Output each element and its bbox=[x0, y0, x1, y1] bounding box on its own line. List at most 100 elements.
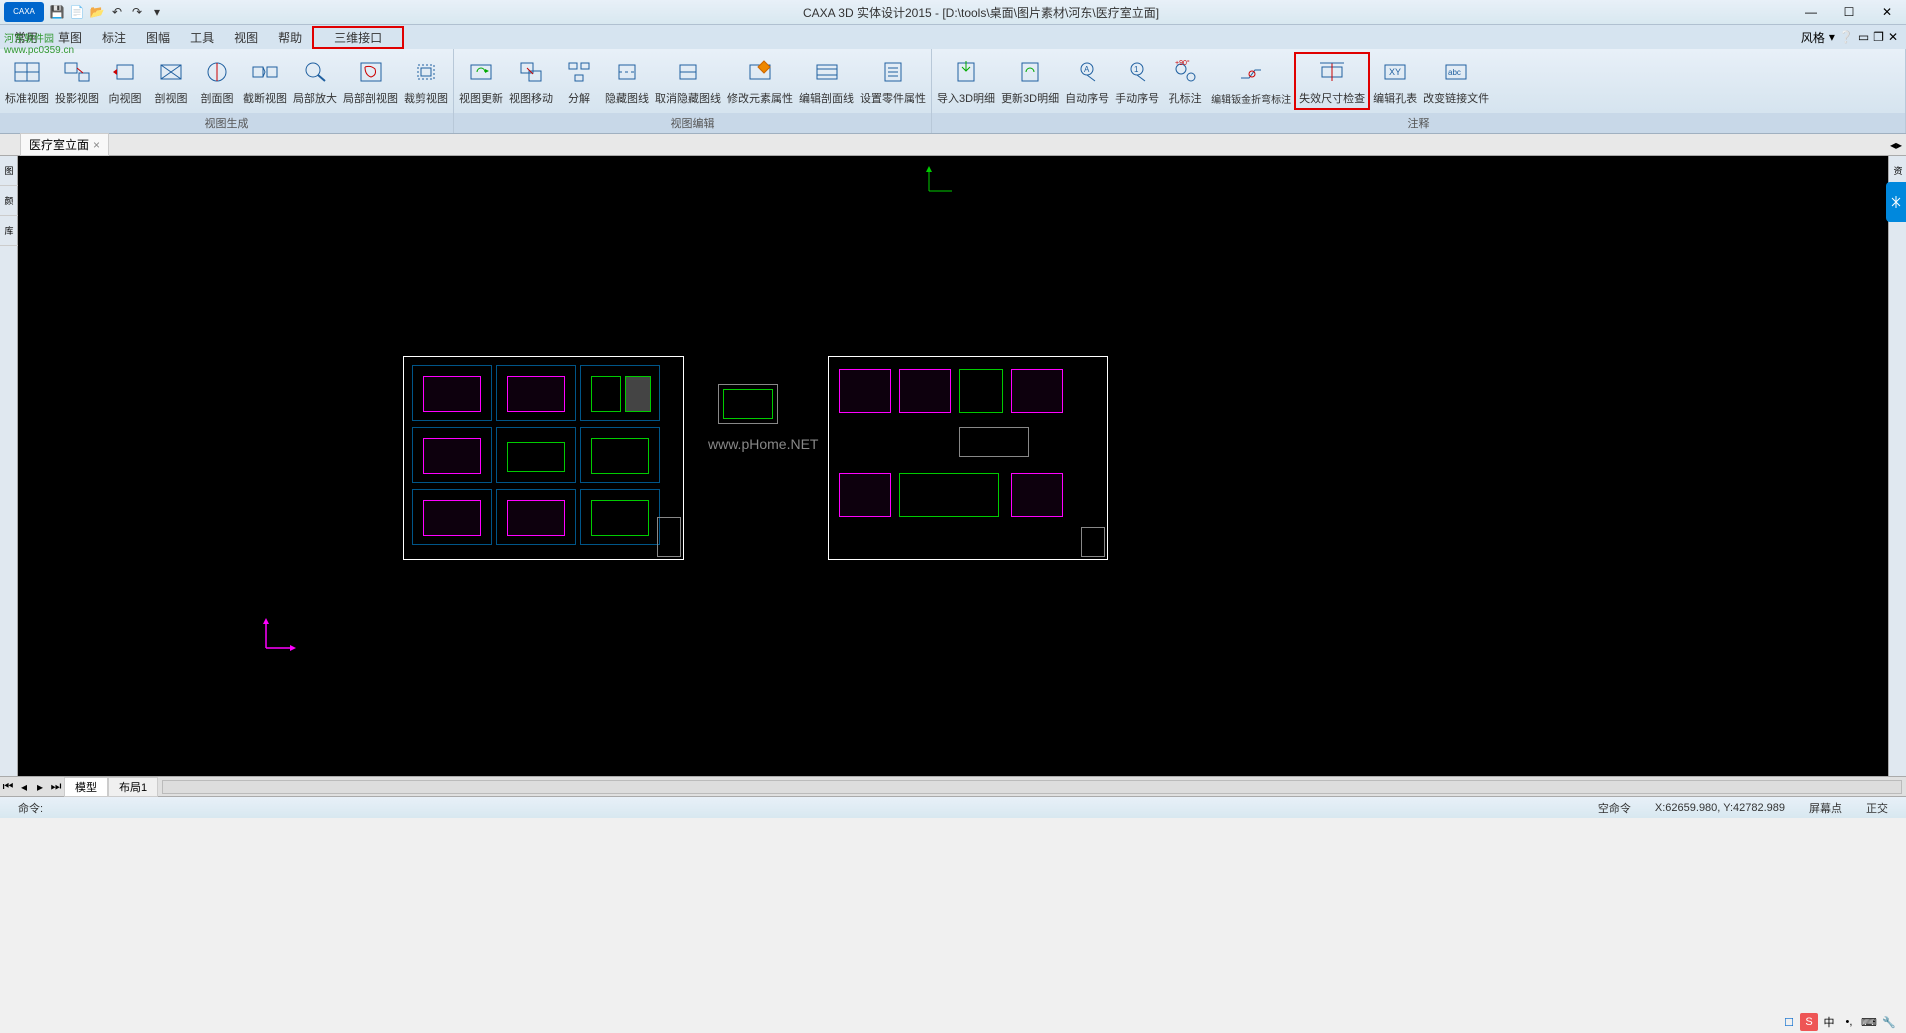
tray-icon-1[interactable]: ☐ bbox=[1780, 1013, 1798, 1031]
drawing-sheet-2 bbox=[828, 356, 1108, 560]
change-link-icon: abc bbox=[1440, 56, 1472, 88]
open-icon[interactable]: 📂 bbox=[88, 3, 106, 21]
invalid-dim-check-button[interactable]: 失效尺寸检查 bbox=[1296, 54, 1368, 108]
hide-lines-button[interactable]: 隐藏图线 bbox=[602, 54, 652, 108]
statusbar: 命令: 空命令 X:62659.980, Y:42782.989 屏幕点 正交 bbox=[0, 796, 1906, 818]
tab-tools[interactable]: 工具 bbox=[180, 26, 224, 49]
horizontal-scrollbar[interactable] bbox=[162, 780, 1902, 794]
drawing-viewport[interactable]: www.pHome.NET bbox=[18, 156, 1888, 776]
edit-hatch-button[interactable]: 编辑剖面线 bbox=[796, 54, 857, 108]
help-icon[interactable]: ❔ bbox=[1839, 30, 1854, 44]
tab-help[interactable]: 帮助 bbox=[268, 26, 312, 49]
view-move-button[interactable]: 视图移动 bbox=[506, 54, 556, 108]
projection-view-icon bbox=[61, 56, 93, 88]
nav-first-icon[interactable]: ⏮ bbox=[0, 779, 16, 795]
status-coords: X:62659.980, Y:42782.989 bbox=[1645, 802, 1795, 814]
tray-ime-punct-icon[interactable]: •, bbox=[1840, 1013, 1858, 1031]
section-view-button[interactable]: 剖视图 bbox=[148, 54, 194, 108]
style-label: 风格 bbox=[1801, 29, 1825, 46]
standard-view-button[interactable]: 标准视图 bbox=[2, 54, 52, 108]
minimize-button[interactable]: — bbox=[1796, 2, 1826, 22]
layout-nav: ⏮ ◂ ▸ ⏭ 模型 布局1 bbox=[0, 776, 1906, 796]
layout-tab-layout1[interactable]: 布局1 bbox=[108, 777, 158, 797]
projection-view-button[interactable]: 投影视图 bbox=[52, 54, 102, 108]
part-attr-button[interactable]: 设置零件属性 bbox=[857, 54, 929, 108]
local-section-button[interactable]: 局部剖视图 bbox=[340, 54, 401, 108]
mini-drawing bbox=[718, 384, 778, 424]
tray-ime-s-icon[interactable]: S bbox=[1800, 1013, 1818, 1031]
document-tabbar: 医疗室立面 × ◂▸ bbox=[0, 134, 1906, 156]
hide-lines-icon bbox=[611, 56, 643, 88]
nav-last-icon[interactable]: ⏭ bbox=[48, 779, 64, 795]
close-tab-icon[interactable]: × bbox=[93, 138, 100, 152]
left-tool-3[interactable]: 库 bbox=[0, 216, 18, 246]
mdi-close-icon[interactable]: ✕ bbox=[1888, 30, 1898, 44]
redo-icon[interactable]: ↷ bbox=[128, 3, 146, 21]
document-tab[interactable]: 医疗室立面 × bbox=[20, 133, 109, 156]
side-flyout-handle[interactable] bbox=[1886, 182, 1906, 222]
titlebar: CAXA 💾 📄 📂 ↶ ↷ ▾ CAXA 3D 实体设计2015 - [D:\… bbox=[0, 0, 1906, 25]
ribbon-min-icon[interactable]: ▭ bbox=[1858, 30, 1869, 44]
tray-tool-icon[interactable]: 🔧 bbox=[1880, 1013, 1898, 1031]
crop-view-icon bbox=[410, 56, 442, 88]
layout-tab-model[interactable]: 模型 bbox=[64, 777, 108, 797]
crop-view-button[interactable]: 裁剪视图 bbox=[401, 54, 451, 108]
update-bom-icon bbox=[1014, 56, 1046, 88]
ribbon-tabs: 常用 草图 标注 图幅 工具 视图 帮助 三维接口 风格 ▾ ❔ ▭ ❐ ✕ bbox=[0, 25, 1906, 49]
modify-attr-button[interactable]: 修改元素属性 bbox=[724, 54, 796, 108]
undo-icon[interactable]: ↶ bbox=[108, 3, 126, 21]
explode-button[interactable]: 分解 bbox=[556, 54, 602, 108]
ribbon-group-view-gen: 标准视图 投影视图 向视图 剖视图 剖面图 截断视图 局部放大 局部剖视图 裁剪… bbox=[0, 49, 454, 133]
mdi-restore-icon[interactable]: ❐ bbox=[1873, 30, 1884, 44]
section-plane-icon bbox=[201, 56, 233, 88]
section-plane-button[interactable]: 剖面图 bbox=[194, 54, 240, 108]
svg-text:abc: abc bbox=[1448, 68, 1461, 77]
maximize-button[interactable]: ☐ bbox=[1834, 2, 1864, 22]
tab-frame[interactable]: 图幅 bbox=[136, 26, 180, 49]
quick-access-toolbar: 💾 📄 📂 ↶ ↷ ▾ bbox=[48, 3, 166, 21]
status-empty-cmd: 空命令 bbox=[1588, 800, 1641, 816]
auto-number-button[interactable]: A自动序号 bbox=[1062, 54, 1112, 108]
close-button[interactable]: ✕ bbox=[1872, 2, 1902, 22]
edit-bend-button[interactable]: 编辑钣金折弯标注 bbox=[1208, 55, 1294, 108]
left-palette: 图 颜 库 bbox=[0, 156, 18, 776]
direction-view-icon bbox=[109, 56, 141, 88]
tray-ime-cn-icon[interactable]: 中 bbox=[1820, 1013, 1838, 1031]
left-tool-2[interactable]: 颜 bbox=[0, 186, 18, 216]
right-palette: 资 源 bbox=[1888, 156, 1906, 776]
tab-sketch[interactable]: 草图 bbox=[48, 26, 92, 49]
style-dropdown-icon[interactable]: ▾ bbox=[1829, 30, 1835, 44]
svg-text:XY: XY bbox=[1389, 67, 1401, 77]
nav-prev-icon[interactable]: ◂ bbox=[16, 779, 32, 795]
manual-number-button[interactable]: 1手动序号 bbox=[1112, 54, 1162, 108]
nav-next-icon[interactable]: ▸ bbox=[32, 779, 48, 795]
status-screen-point[interactable]: 屏幕点 bbox=[1799, 800, 1852, 816]
view-update-button[interactable]: 视图更新 bbox=[456, 54, 506, 108]
local-zoom-button[interactable]: 局部放大 bbox=[290, 54, 340, 108]
status-ortho[interactable]: 正交 bbox=[1856, 800, 1898, 816]
new-icon[interactable]: 📄 bbox=[68, 3, 86, 21]
hole-dim-button[interactable]: +90°孔标注 bbox=[1162, 54, 1208, 108]
document-tab-label: 医疗室立面 bbox=[29, 136, 89, 153]
unhide-lines-icon bbox=[672, 56, 704, 88]
update-bom-button[interactable]: 更新3D明细 bbox=[998, 54, 1062, 108]
tab-annotation[interactable]: 标注 bbox=[92, 26, 136, 49]
edit-hole-table-button[interactable]: XY编辑孔表 bbox=[1370, 54, 1420, 108]
break-view-button[interactable]: 截断视图 bbox=[240, 54, 290, 108]
unhide-lines-button[interactable]: 取消隐藏图线 bbox=[652, 54, 724, 108]
import-bom-icon bbox=[950, 56, 982, 88]
qat-dropdown-icon[interactable]: ▾ bbox=[148, 3, 166, 21]
tab-scroll-icon[interactable]: ◂▸ bbox=[1890, 138, 1906, 152]
left-tool-1[interactable]: 图 bbox=[0, 156, 18, 186]
local-zoom-icon bbox=[299, 56, 331, 88]
tab-3d-interface[interactable]: 三维接口 bbox=[312, 26, 404, 49]
direction-view-button[interactable]: 向视图 bbox=[102, 54, 148, 108]
import-bom-button[interactable]: 导入3D明细 bbox=[934, 54, 998, 108]
tab-common[interactable]: 常用 bbox=[4, 26, 48, 49]
change-link-button[interactable]: abc改变链接文件 bbox=[1420, 54, 1492, 108]
ribbon: 标准视图 投影视图 向视图 剖视图 剖面图 截断视图 局部放大 局部剖视图 裁剪… bbox=[0, 49, 1906, 134]
save-icon[interactable]: 💾 bbox=[48, 3, 66, 21]
tray-keyboard-icon[interactable]: ⌨ bbox=[1860, 1013, 1878, 1031]
ribbon-group-view-edit: 视图更新 视图移动 分解 隐藏图线 取消隐藏图线 修改元素属性 编辑剖面线 设置… bbox=[454, 49, 932, 133]
tab-view[interactable]: 视图 bbox=[224, 26, 268, 49]
